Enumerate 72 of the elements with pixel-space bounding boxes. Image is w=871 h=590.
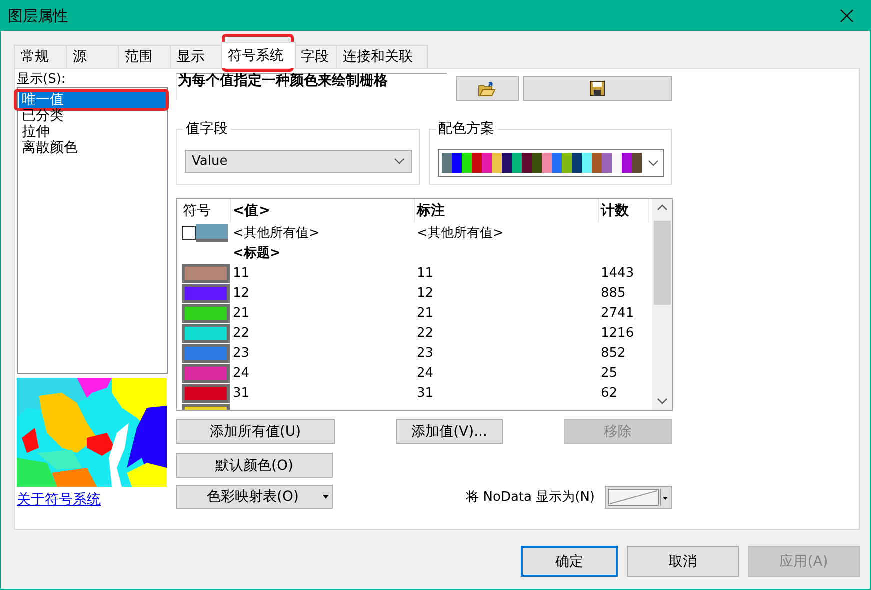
color-swatch[interactable] [182,384,230,402]
column-header[interactable]: 计数 [599,199,649,223]
table-cell-text: 22 [416,326,435,340]
nodata-color-dropdown[interactable] [605,486,672,508]
save-icon [590,81,605,96]
description: 为每个值指定一种颜色来绘制栅格 [176,73,447,100]
column-header[interactable]: 标注 [415,199,599,223]
add-all-values-button[interactable]: 添加所有值(U) [176,419,335,444]
window-title: 图层属性 [8,6,68,26]
table-cell-text: 21 [416,306,435,320]
list-item[interactable]: 离散颜色 [19,140,166,156]
table-cell-text: 24 [232,366,251,380]
table-cell-text: 1216 [600,326,636,340]
scrollbar[interactable] [652,199,672,410]
dialog-button[interactable]: 确定 [521,546,618,577]
table-cell-text: 24 [416,366,435,380]
checkbox[interactable] [182,226,196,240]
table-cell-text: 23 [416,346,435,360]
value-field-dropdown[interactable]: Value [185,150,412,173]
tab[interactable]: 符号系统 [221,42,296,68]
chevron-icon [394,158,404,165]
table-cell-text: 11 [232,266,251,280]
table-cell-text: <标题> [232,245,282,262]
tab[interactable]: 范围 [118,45,172,68]
open-button[interactable] [456,76,519,101]
tab[interactable]: 常规 [14,45,68,68]
color-swatch[interactable] [182,344,230,362]
color-swatch[interactable] [196,224,228,242]
color-scheme-dropdown[interactable] [438,149,664,177]
table-cell-text: 885 [600,286,627,300]
save-button[interactable] [522,76,672,101]
table-cell-text: 31 [416,386,435,400]
column-header[interactable]: 符号 [177,199,231,223]
table-cell-text: 21 [232,306,251,320]
list-label: 显示(S): [17,73,67,87]
default-colors-button[interactable]: 默认颜色(O) [176,453,333,478]
column-header[interactable]: <值> [231,199,415,223]
table-cell-text: <其他所有值> [416,225,505,242]
list-item[interactable]: 已分类 [19,108,166,124]
table-cell-text: 12 [416,286,435,300]
scroll-thumb[interactable] [654,221,670,305]
color-swatch[interactable] [182,284,230,302]
color-swatch[interactable] [182,324,230,342]
table-cell-text: 12 [232,286,251,300]
colormap-button[interactable]: 色彩映射表(O) [176,485,333,509]
table-cell-text: 852 [600,346,627,360]
dialog-button[interactable]: 取消 [627,546,739,577]
group-label: 值字段 [183,120,231,138]
tab[interactable]: 显示 [170,45,223,68]
chevron-icon [648,160,659,166]
caret-icon [323,495,329,499]
table-cell-text: <其他所有值> [232,225,321,242]
tab[interactable]: 源 [66,45,120,68]
folder-icon [478,80,496,96]
table-cell-text: 11 [416,266,435,280]
tab[interactable]: 连接和关联 [336,45,428,68]
table-cell-text: 23 [232,346,251,360]
color-swatch[interactable] [182,364,230,382]
add-value-button[interactable]: 添加值(V)... [396,419,503,444]
table-cell-text: 25 [600,366,619,380]
color-swatch[interactable] [182,304,230,322]
group-label: 配色方案 [436,120,498,138]
color-swatch[interactable] [182,264,230,282]
table-cell-text: 31 [232,386,251,400]
about-link[interactable]: 关于符号系统 [17,491,101,509]
table-cell-text: 62 [600,386,619,400]
table-cell-text: 1443 [600,266,636,280]
table-cell-text: 22 [232,326,251,340]
table-cell-text: 2741 [600,306,636,320]
list-item[interactable]: 唯一值 [19,92,166,108]
list-item[interactable]: 拉伸 [19,124,166,140]
nodata-label: 将 NoData 显示为(N) [466,489,595,506]
